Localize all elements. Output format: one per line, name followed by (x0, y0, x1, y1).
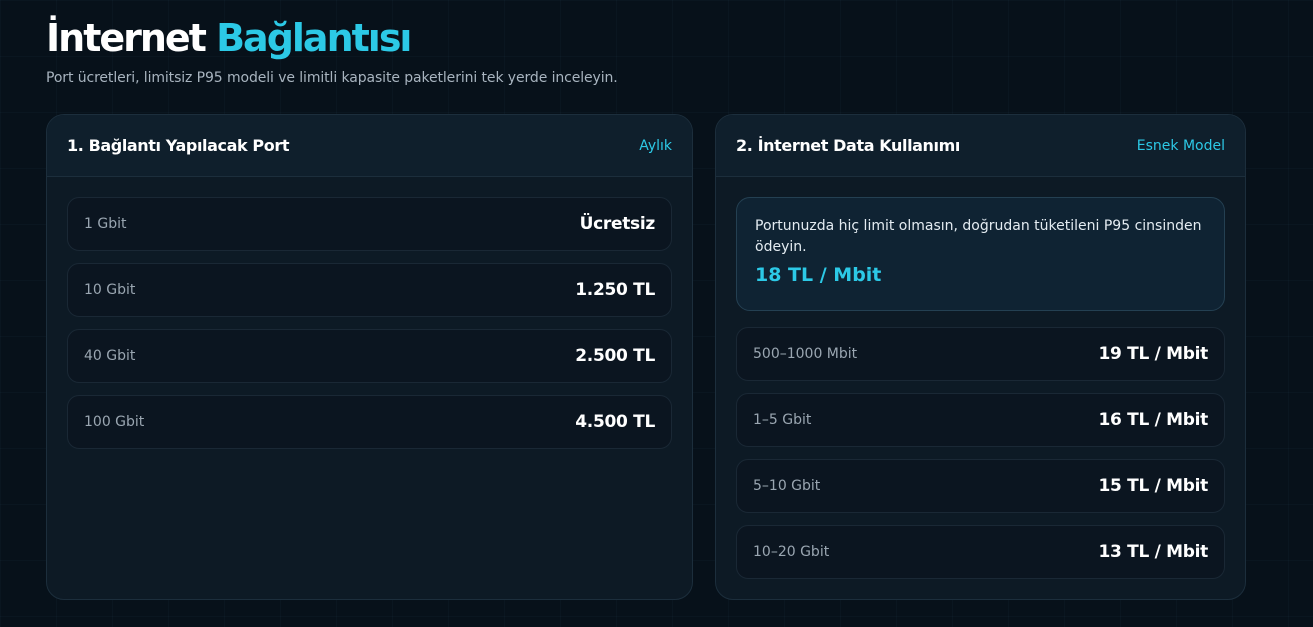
capacity-price-value: 15 TL / Mbit (1098, 476, 1209, 496)
page-header: İnternet Bağlantısı Port ücretleri, limi… (46, 14, 618, 86)
port-price-row[interactable]: 10 Gbit 1.250 TL (67, 263, 672, 317)
page-title-accent: Bağlantısı (216, 16, 412, 60)
capacity-price-row[interactable]: 1–5 Gbit 16 TL / Mbit (736, 393, 1225, 447)
port-panel: 1. Bağlantı Yapılacak Port Aylık 1 Gbit … (46, 114, 693, 600)
port-panel-title: 1. Bağlantı Yapılacak Port (67, 136, 290, 155)
port-price-value: 2.500 TL (575, 346, 655, 366)
p95-description: Portunuzda hiç limit olmasın, doğrudan t… (755, 218, 1202, 255)
port-price-list: 1 Gbit Ücretsiz 10 Gbit 1.250 TL 40 Gbit… (47, 177, 692, 449)
data-usage-panel: 2. İnternet Data Kullanımı Esnek Model P… (715, 114, 1246, 600)
data-panel-tag: Esnek Model (1136, 137, 1225, 154)
capacity-price-row[interactable]: 5–10 Gbit 15 TL / Mbit (736, 459, 1225, 513)
capacity-price-value: 13 TL / Mbit (1098, 542, 1209, 562)
page-title-main: İnternet (46, 16, 207, 60)
p95-highlight-card[interactable]: Portunuzda hiç limit olmasın, doğrudan t… (736, 197, 1225, 311)
capacity-range-label: 500–1000 Mbit (753, 346, 858, 362)
data-panel-title: 2. İnternet Data Kullanımı (736, 136, 960, 155)
capacity-price-value: 19 TL / Mbit (1098, 344, 1209, 364)
port-price-value: 4.500 TL (575, 412, 655, 432)
port-price-value: 1.250 TL (575, 280, 655, 300)
port-price-row[interactable]: 100 Gbit 4.500 TL (67, 395, 672, 449)
capacity-range-label: 10–20 Gbit (753, 544, 830, 560)
page-title: İnternet Bağlantısı (46, 14, 618, 62)
port-speed-label: 10 Gbit (84, 282, 136, 298)
data-panel-header: 2. İnternet Data Kullanımı Esnek Model (716, 115, 1245, 177)
port-price-value: Ücretsiz (579, 214, 656, 234)
capacity-range-label: 5–10 Gbit (753, 478, 821, 494)
capacity-price-list: 500–1000 Mbit 19 TL / Mbit 1–5 Gbit 16 T… (716, 327, 1245, 579)
capacity-range-label: 1–5 Gbit (753, 412, 812, 428)
capacity-price-value: 16 TL / Mbit (1098, 410, 1209, 430)
capacity-price-row[interactable]: 500–1000 Mbit 19 TL / Mbit (736, 327, 1225, 381)
port-price-row[interactable]: 40 Gbit 2.500 TL (67, 329, 672, 383)
p95-price: 18 TL / Mbit (755, 264, 882, 286)
capacity-price-row[interactable]: 10–20 Gbit 13 TL / Mbit (736, 525, 1225, 579)
port-panel-header: 1. Bağlantı Yapılacak Port Aylık (47, 115, 692, 177)
port-price-row[interactable]: 1 Gbit Ücretsiz (67, 197, 672, 251)
port-panel-tag: Aylık (639, 137, 672, 154)
port-speed-label: 100 Gbit (84, 414, 145, 430)
port-speed-label: 1 Gbit (84, 216, 127, 232)
page-subtitle: Port ücretleri, limitsiz P95 modeli ve l… (46, 70, 618, 86)
port-speed-label: 40 Gbit (84, 348, 136, 364)
